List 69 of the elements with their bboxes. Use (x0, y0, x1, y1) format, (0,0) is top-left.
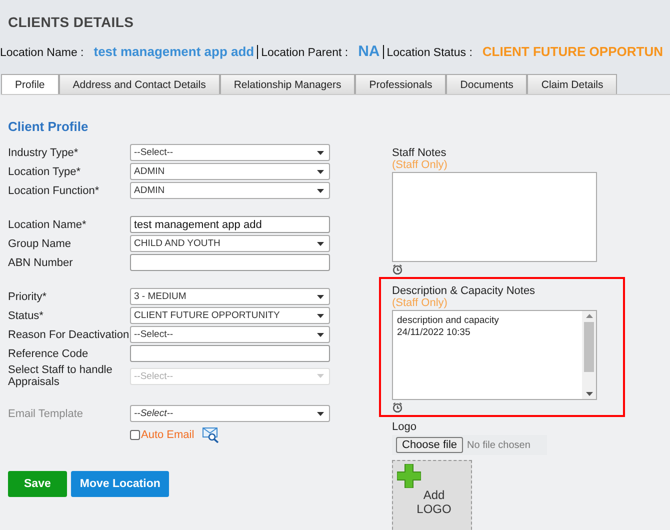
notes-hint: (Staff Only) (392, 297, 448, 309)
tab[interactable]: Address and Contact Details (58, 74, 220, 94)
dropdown-caret-icon (317, 314, 324, 318)
info-value: test management app add (94, 44, 254, 59)
alarm-clock-icon[interactable] (392, 402, 403, 413)
dropdown-field[interactable]: --Select-- (130, 326, 330, 343)
checkbox-label: Auto Email (141, 429, 194, 441)
choose-file-button[interactable]: Choose file (396, 437, 464, 453)
dropdown-caret-icon (317, 188, 324, 192)
section-title: Client Profile (8, 119, 90, 134)
tab[interactable]: Relationship Managers (220, 74, 356, 94)
input-field[interactable] (130, 254, 330, 271)
dropdown-field[interactable]: --Select-- (130, 405, 330, 422)
save-button[interactable]: Save (8, 471, 67, 497)
notes-title: Description & Capacity Notes (392, 285, 536, 297)
field-label: Location Name* (8, 218, 88, 230)
dropdown-field[interactable]: ADMIN (130, 163, 330, 180)
field-label: Email Template (8, 408, 84, 420)
checkbox[interactable] (130, 430, 140, 440)
info-value: NA (358, 43, 380, 60)
alarm-clock-icon[interactable] (392, 264, 403, 275)
envelope-search-icon[interactable] (202, 427, 220, 443)
info-label: Location Parent : (261, 47, 348, 59)
info-value: CLIENT FUTURE OPPORTUN (482, 44, 663, 59)
dropdown-field[interactable]: 3 - MEDIUM (130, 288, 330, 305)
field-label: ABN Number (8, 256, 74, 268)
field-label: Reference Code (8, 348, 90, 360)
field-label: Location Type* (8, 166, 82, 178)
file-input[interactable]: Choose file No file chosen (392, 435, 547, 455)
page-title: CLIENTS DETAILS (8, 14, 135, 30)
scroll-up-arrow-icon[interactable] (586, 314, 592, 318)
tab[interactable]: Professionals (355, 74, 446, 94)
dropdown-caret-icon (317, 332, 324, 336)
dropdown-caret-icon (317, 412, 324, 416)
field-label: Select Staff to handle Appraisals (8, 364, 114, 388)
dropdown-caret-icon (317, 294, 324, 298)
note-line: 24/11/2022 10:35 (397, 327, 472, 339)
field-label: Reason For Deactivation (8, 328, 130, 340)
dropdown-caret-icon (317, 170, 324, 174)
tab[interactable]: Profile (1, 74, 59, 94)
add-logo-button[interactable]: Add LOGO (392, 460, 472, 530)
field-label: Location Function* (8, 184, 100, 196)
info-label: Location Status : (386, 47, 472, 59)
logo-label: Logo (392, 421, 418, 433)
note-line: description and capacity (397, 315, 500, 327)
move-location-button[interactable]: Move Location (70, 471, 170, 497)
input-field[interactable] (130, 345, 330, 362)
scroll-down-arrow-icon[interactable] (586, 392, 592, 396)
dropdown-field[interactable]: CLIENT FUTURE OPPORTUNITY (130, 307, 330, 324)
dropdown-caret-icon (317, 242, 324, 246)
dropdown-field[interactable]: CHILD AND YOUTH (130, 235, 330, 252)
tab[interactable]: Documents (446, 74, 528, 94)
dropdown-caret-icon (317, 374, 324, 378)
field-label: Industry Type* (8, 146, 80, 158)
dropdown-field[interactable]: --Select-- (130, 144, 330, 161)
file-status: No file chosen (467, 440, 530, 450)
field-label: Priority* (8, 290, 48, 302)
notes-hint: (Staff Only) (392, 159, 448, 171)
scrollbar[interactable] (582, 311, 596, 399)
tab[interactable]: Claim Details (527, 74, 618, 94)
field-label: Group Name (8, 238, 72, 250)
notes-textarea[interactable]: description and capacity 24/11/2022 10:35 (392, 310, 597, 400)
notes-title: Staff Notes (392, 147, 448, 159)
dropdown-caret-icon (317, 150, 324, 154)
input-field[interactable]: test management app add (130, 216, 330, 233)
dropdown-field[interactable]: ADMIN (130, 182, 330, 199)
plus-icon (397, 464, 421, 488)
field-label: Status* (8, 310, 44, 322)
info-label: Location Name : (0, 47, 84, 59)
